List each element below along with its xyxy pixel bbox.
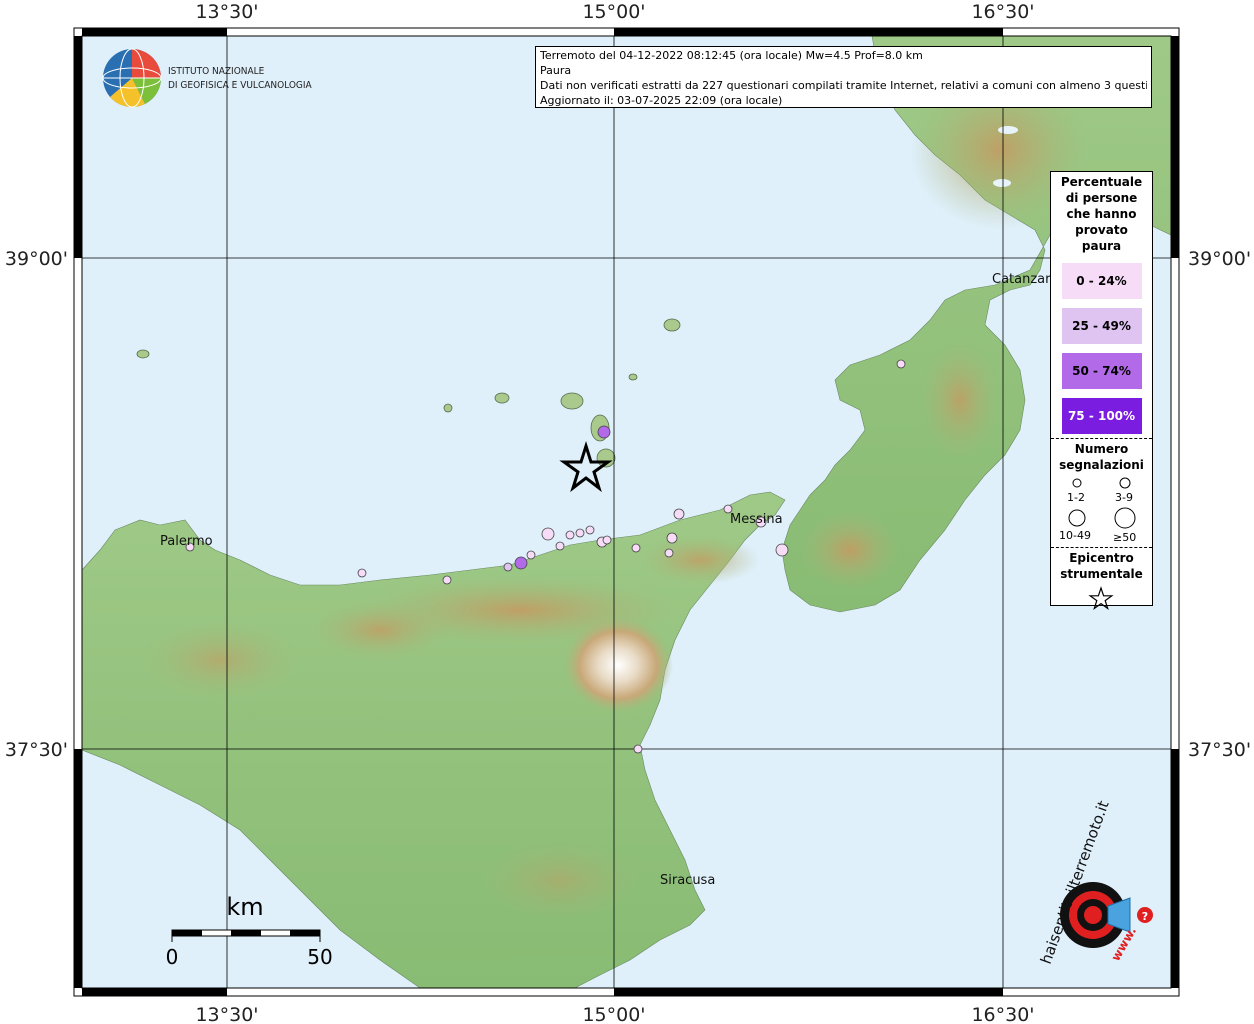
island-salina bbox=[560, 392, 584, 410]
obs-point[interactable] bbox=[357, 568, 367, 578]
legend-title-line: provato bbox=[1075, 223, 1128, 237]
legend-class-1: 25 - 49% bbox=[1061, 308, 1142, 344]
legend-title-line: Percentuale bbox=[1060, 175, 1143, 189]
count-title: Numero segnalazioni bbox=[1051, 441, 1152, 473]
island-panarea bbox=[628, 373, 638, 381]
event-line: Terremoto del 04-12-2022 08:12:45 (ora l… bbox=[540, 49, 923, 62]
obs-point[interactable] bbox=[585, 525, 595, 535]
tick-bottom-1: 13°30' bbox=[195, 1004, 258, 1024]
legend-title-line: che hanno bbox=[1066, 207, 1137, 221]
tick-bottom-3: 16°30' bbox=[971, 1004, 1034, 1024]
legend-class-0: 0 - 24% bbox=[1061, 263, 1142, 299]
obs-point[interactable] bbox=[442, 575, 452, 585]
tick-left-2: 37°30' bbox=[5, 739, 68, 761]
island-filicudi bbox=[494, 392, 510, 404]
iblei-relief bbox=[480, 840, 640, 920]
obs-point[interactable] bbox=[503, 562, 513, 572]
island-ustica bbox=[136, 349, 150, 359]
scale-unit: km bbox=[226, 893, 263, 921]
city-palermo: Palermo bbox=[160, 534, 213, 549]
count-title-line: Numero bbox=[1074, 442, 1129, 456]
obs-point[interactable] bbox=[565, 530, 575, 540]
parameter-line: Paura bbox=[540, 64, 572, 77]
legend-title-line: di persone bbox=[1065, 191, 1138, 205]
updated-line: Aggiornato il: 03-07-2025 22:09 (ora loc… bbox=[540, 94, 783, 107]
epicenter-title: Epicentro strumentale bbox=[1051, 550, 1152, 582]
obs-point[interactable] bbox=[664, 548, 674, 558]
tick-right-2: 37°30' bbox=[1188, 739, 1251, 761]
sicani-relief bbox=[140, 620, 300, 700]
obs-point[interactable] bbox=[633, 744, 643, 754]
tick-top-1: 13°30' bbox=[195, 1, 258, 23]
madonie-relief bbox=[310, 600, 450, 660]
island-stromboli bbox=[663, 318, 681, 332]
svg-text:?: ? bbox=[1142, 910, 1148, 923]
serre-relief bbox=[920, 340, 1000, 460]
aspromonte-relief bbox=[800, 510, 900, 590]
tick-top-3: 16°30' bbox=[971, 1, 1034, 23]
legend-class-2: 50 - 74% bbox=[1061, 353, 1142, 389]
institute-line-2: DI GEOFISICA E VULCANOLOGIA bbox=[168, 80, 313, 91]
island-alicudi bbox=[443, 403, 453, 413]
obs-point[interactable] bbox=[597, 425, 611, 439]
count-50: ≥50 bbox=[1113, 531, 1137, 544]
obs-point[interactable] bbox=[673, 508, 685, 520]
obs-point[interactable] bbox=[631, 543, 641, 553]
size-legend: 1-2 3-9 10-49 ≥50 bbox=[1051, 473, 1152, 544]
city-catanzaro: Catanzaro bbox=[992, 272, 1058, 287]
legend-title-line: paura bbox=[1081, 239, 1122, 253]
legend-title: Percentuale di persone che hanno provato… bbox=[1051, 174, 1152, 254]
count-1-2: 1-2 bbox=[1067, 491, 1085, 504]
count-3-9: 3-9 bbox=[1115, 491, 1133, 504]
obs-point[interactable] bbox=[896, 359, 906, 369]
obs-point[interactable] bbox=[602, 535, 612, 545]
obs-point[interactable] bbox=[775, 543, 789, 557]
scale-min: 0 bbox=[166, 945, 179, 969]
tick-left-1: 39°00' bbox=[5, 248, 68, 270]
tick-top-2: 15°00' bbox=[582, 1, 645, 23]
obs-point[interactable] bbox=[575, 528, 585, 538]
city-messina: Messina bbox=[730, 512, 783, 527]
obs-point[interactable] bbox=[541, 527, 555, 541]
count-title-line: segnalazioni bbox=[1059, 458, 1144, 472]
peloritani-relief bbox=[640, 535, 760, 585]
legend: Percentuale di persone che hanno provato… bbox=[1050, 171, 1153, 610]
star-icon bbox=[1088, 586, 1114, 610]
obs-point[interactable] bbox=[514, 556, 528, 570]
lake bbox=[998, 126, 1018, 134]
count-10-49: 10-49 bbox=[1059, 529, 1091, 542]
obs-point[interactable] bbox=[666, 532, 678, 544]
data-note-line: Dati non verificati estratti da 227 ques… bbox=[540, 79, 1147, 92]
tick-bottom-2: 15°00' bbox=[582, 1004, 645, 1024]
obs-point[interactable] bbox=[526, 550, 536, 560]
city-siracusa: Siracusa bbox=[660, 873, 715, 888]
tick-right-1: 39°00' bbox=[1188, 248, 1251, 270]
lake bbox=[993, 179, 1011, 187]
event-info-box: Terremoto del 04-12-2022 08:12:45 (ora l… bbox=[535, 46, 1152, 108]
legend-class-3: 75 - 100% bbox=[1061, 398, 1142, 434]
scale-max: 50 bbox=[307, 945, 332, 969]
obs-point[interactable] bbox=[555, 541, 565, 551]
epicenter-title-line: Epicentro bbox=[1069, 551, 1134, 565]
institute-line-1: ISTITUTO NAZIONALE bbox=[168, 66, 265, 77]
epicenter-title-line: strumentale bbox=[1060, 567, 1143, 581]
etna-volcano bbox=[563, 617, 673, 713]
